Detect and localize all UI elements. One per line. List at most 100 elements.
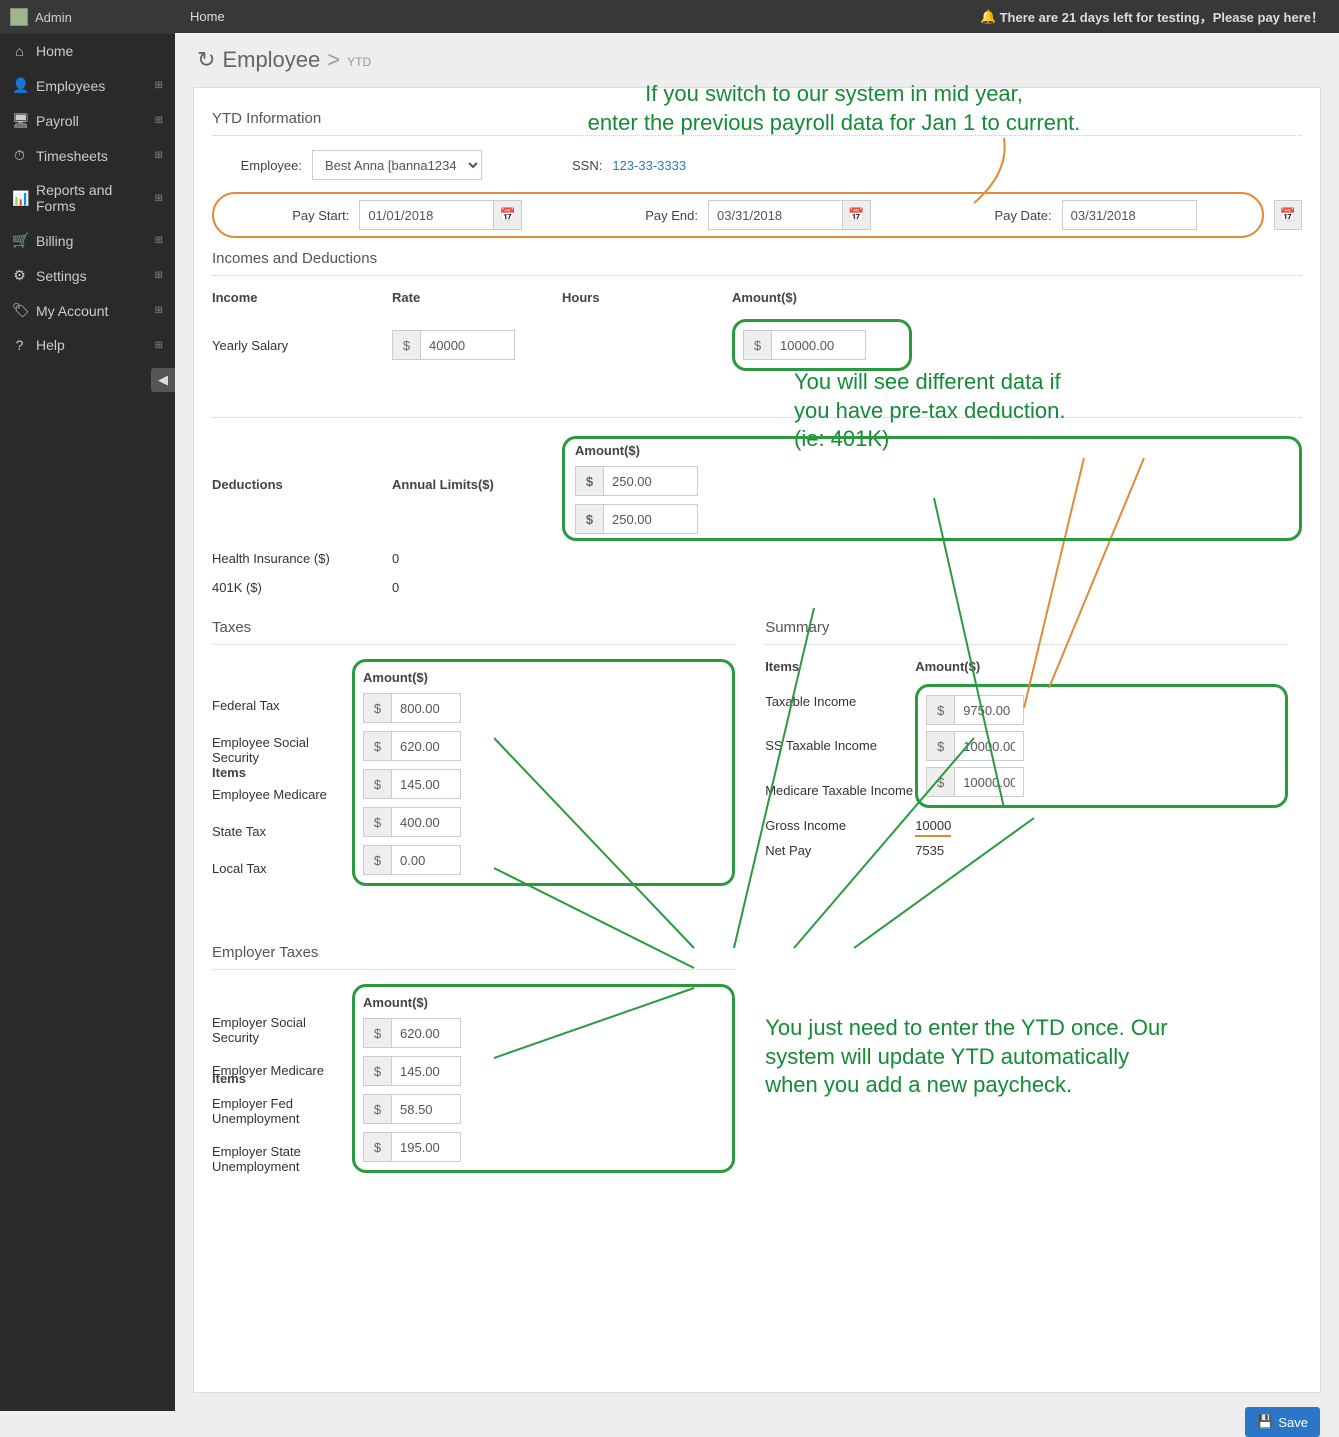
sidebar: Admin ⌂Home👤Employees⊞🖥Payroll⊞⏱Timeshee… [0, 0, 175, 1411]
ded-amount-header: Amount($) $ $ [562, 436, 1302, 541]
nav-timesheets[interactable]: ⏱Timesheets⊞ [0, 138, 175, 173]
sum-taxable-input[interactable] [954, 695, 1024, 725]
page-header: ↻ Employee > YTD [175, 33, 1339, 87]
rate-input[interactable] [420, 330, 515, 360]
expand-icon: ⊞ [155, 305, 163, 316]
sum-medicare-input[interactable] [954, 767, 1024, 797]
expand-icon: ⊞ [155, 80, 163, 91]
emp-employer-state-unemployment: Employer State Unemployment [212, 1144, 352, 1174]
dollar-icon: $ [575, 504, 603, 534]
dollar-icon: $ [363, 731, 391, 761]
tax-state-tax: State Tax [212, 824, 352, 839]
tax-local-tax: Local Tax [212, 861, 352, 876]
emp-amount-header: Amount($) [363, 995, 428, 1010]
dollar-icon: $ [743, 330, 771, 360]
nav-payroll[interactable]: 🖥Payroll⊞ [0, 103, 175, 138]
trial-notice[interactable]: There are 21 days left for testing，Pleas… [1000, 7, 1324, 26]
dollar-icon: $ [363, 693, 391, 723]
employees-icon: 👤 [12, 77, 27, 94]
collapse-sidebar-button[interactable]: ◀ [151, 368, 175, 392]
dollar-icon: $ [926, 767, 954, 797]
income-section-title: Incomes and Deductions [212, 250, 1302, 267]
emp-employer-social-security: Employer Social Security [212, 1015, 352, 1045]
emp-employer-social-security-input[interactable] [391, 1018, 461, 1048]
dollar-icon: $ [363, 807, 391, 837]
income-row-salary: Yearly Salary [212, 338, 392, 353]
employee-select[interactable]: Best Anna [banna1234@gm [312, 150, 482, 180]
tax-federal-tax: Federal Tax [212, 698, 352, 713]
save-button[interactable]: 💾Save [1245, 1407, 1320, 1437]
timesheets-icon: ⏱ [12, 147, 27, 164]
emp-employer-state-unemployment-input[interactable] [391, 1132, 461, 1162]
my-account-icon: 🏷 [12, 302, 27, 319]
ded-health-amount[interactable] [603, 466, 698, 496]
sum-ss: SS Taxable Income [765, 738, 915, 753]
save-icon: 💾 [1257, 1414, 1273, 1430]
history-icon: ↻ [197, 47, 215, 73]
nav-employees[interactable]: 👤Employees⊞ [0, 68, 175, 103]
rate-header: Rate [392, 290, 562, 305]
home-icon: ⌂ [12, 43, 27, 59]
dollar-icon: $ [363, 769, 391, 799]
reports-and-forms-icon: 📊 [12, 190, 27, 207]
nav-reports-and-forms[interactable]: 📊Reports and Forms⊞ [0, 173, 175, 223]
sum-net-value: 7535 [915, 843, 1288, 858]
nav-my-account[interactable]: 🏷My Account⊞ [0, 293, 175, 328]
expand-icon: ⊞ [155, 115, 163, 126]
sidebar-user[interactable]: Admin [0, 0, 175, 34]
sum-medicare: Medicare Taxable Income [765, 783, 915, 798]
dollar-icon: $ [363, 1018, 391, 1048]
ssn-value[interactable]: 123-33-3333 [612, 158, 686, 173]
sum-items-header: Items [765, 659, 915, 674]
income-header: Income [212, 290, 392, 305]
avatar [10, 8, 28, 26]
limits-header: Annual Limits($) [392, 477, 562, 492]
nav-home[interactable]: ⌂Home [0, 34, 175, 68]
tax-employee-medicare-input[interactable] [391, 769, 461, 799]
sum-ss-input[interactable] [954, 731, 1024, 761]
settings-icon: ⚙ [12, 267, 27, 284]
payend-calendar-icon[interactable]: 📅 [843, 200, 871, 230]
deductions-header: Deductions [212, 477, 392, 492]
dollar-icon: $ [926, 695, 954, 725]
sum-net: Net Pay [765, 843, 915, 858]
nav-settings[interactable]: ⚙Settings⊞ [0, 258, 175, 293]
emp-employer-medicare-input[interactable] [391, 1056, 461, 1086]
nav-billing[interactable]: 🛒Billing⊞ [0, 223, 175, 258]
sum-gross-value: 10000 [915, 818, 1288, 833]
dollar-icon: $ [926, 731, 954, 761]
expand-icon: ⊞ [155, 270, 163, 281]
paydate-label: Pay Date: [982, 208, 1052, 223]
tax-state-tax-input[interactable] [391, 807, 461, 837]
emp-employer-fed-unemployment-input[interactable] [391, 1094, 461, 1124]
payend-input[interactable] [708, 200, 843, 230]
payend-label: Pay End: [633, 208, 698, 223]
annotation-ytd-once: You just need to enter the YTD once. Our… [765, 1014, 1185, 1100]
paystart-input[interactable] [359, 200, 494, 230]
ded-health-limit: 0 [392, 551, 562, 566]
tax-federal-tax-input[interactable] [391, 693, 461, 723]
tax-employee-social-security: Employee Social Security [212, 735, 352, 765]
bell-icon: 🔔 [980, 9, 996, 25]
nav-help[interactable]: ?Help⊞ [0, 328, 175, 362]
page-subtitle: YTD [347, 55, 371, 69]
amount-input-salary[interactable] [771, 330, 866, 360]
paystart-label: Pay Start: [279, 208, 349, 223]
help-icon: ? [12, 337, 27, 353]
paystart-calendar-icon[interactable]: 📅 [494, 200, 522, 230]
ded-health: Health Insurance ($) [212, 551, 392, 566]
tax-local-tax-input[interactable] [391, 845, 461, 875]
breadcrumb-home[interactable]: Home [190, 9, 225, 24]
paydate-input[interactable] [1062, 200, 1197, 230]
ssn-label: SSN: [572, 158, 602, 173]
amount-header: Amount($) [732, 290, 912, 305]
tax-employee-social-security-input[interactable] [391, 731, 461, 761]
expand-icon: ⊞ [155, 150, 163, 161]
sum-amount-header: Amount($) [915, 659, 1288, 674]
taxes-section-title: Taxes [212, 619, 735, 636]
paydate-calendar-icon[interactable]: 📅 [1274, 200, 1302, 230]
page-title: Employee [222, 47, 320, 73]
ded-401k-amount[interactable] [603, 504, 698, 534]
dollar-icon: $ [363, 1056, 391, 1086]
user-name: Admin [35, 10, 72, 25]
